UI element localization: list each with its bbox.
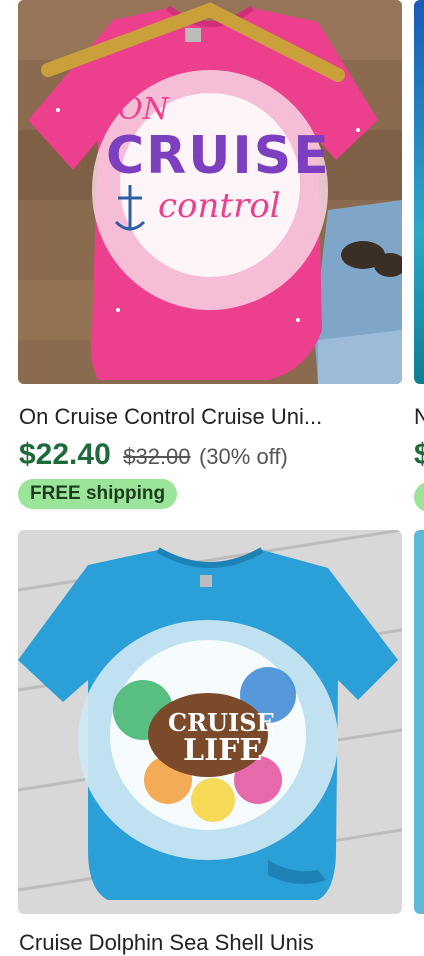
peek-image [414,530,424,914]
original-price: $32.00 [123,444,191,469]
peek-price: $ [414,438,424,471]
listing-title[interactable]: Cruise Dolphin Sea Shell Unis [19,930,403,956]
design-text-control: control [158,186,281,226]
price-row: $22.40 $32.00 (30% off) [19,438,288,472]
design-text-cruise: CRUISE [106,126,331,186]
design-text-on: ON [118,92,169,127]
sale-price: $22.40 [19,438,111,471]
peek-badge [414,482,424,512]
listing-title[interactable]: On Cruise Control Cruise Uni... [19,404,403,430]
discount-percent: (30% off) [198,444,288,469]
peek-card[interactable] [414,530,424,914]
peek-card[interactable]: N $ [414,0,424,520]
product-image[interactable]: CRUISE LIFE [18,530,402,914]
free-shipping-badge: FREE shipping [18,479,178,509]
listing-card[interactable]: ON CRUISE control On Cruise Control Crui… [0,0,424,520]
peek-image [414,0,424,384]
listing-card[interactable]: CRUISE LIFE Cruise Dolphin Sea Shell Uni… [0,530,424,955]
product-image[interactable]: ON CRUISE control [18,0,402,384]
design-text-life: LIFE [183,733,263,768]
peek-title: N [414,404,424,429]
